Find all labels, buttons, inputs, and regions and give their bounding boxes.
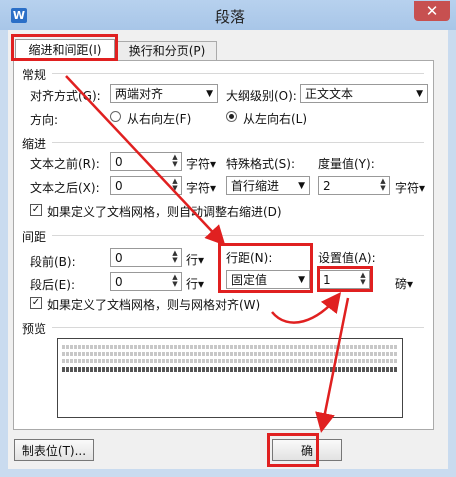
paragraph-dialog: W 段落 ✕ 缩进和间距(I) 换行和分页(P) 常规 对齐方式(G): 两端对… bbox=[0, 0, 456, 477]
annotation-arrows bbox=[65, 75, 350, 433]
annotation-arrow bbox=[315, 297, 350, 433]
annotation-arrow bbox=[65, 75, 226, 246]
annotation-arrow bbox=[271, 292, 342, 324]
